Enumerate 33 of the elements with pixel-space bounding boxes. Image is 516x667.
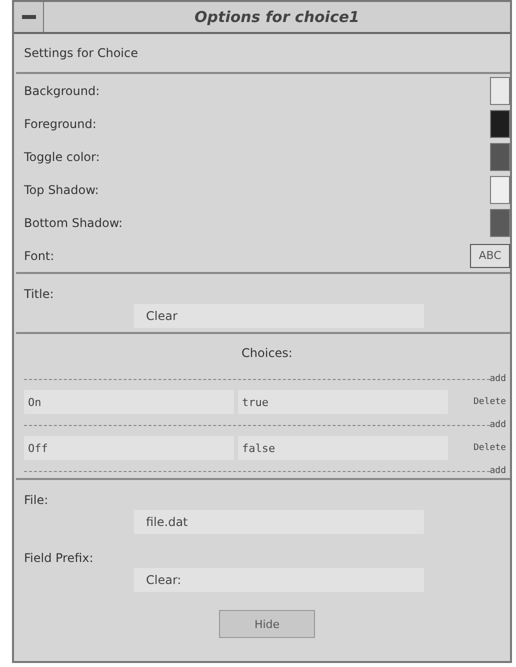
choice-value-field[interactable]: true — [238, 390, 448, 414]
color-swatch[interactable] — [490, 176, 510, 204]
file-field[interactable]: file.dat — [134, 510, 424, 534]
hide-button[interactable]: Hide — [219, 610, 315, 638]
title-field[interactable]: Clear — [134, 304, 424, 328]
choice-name-field[interactable]: Off — [24, 436, 234, 460]
add-button[interactable]: add — [490, 420, 506, 430]
delete-button[interactable]: Delete — [473, 443, 506, 453]
color-swatch[interactable] — [490, 208, 510, 236]
choice-name-field[interactable]: On — [24, 390, 234, 414]
setting-label: Font: — [24, 248, 54, 262]
setting-label: Foreground: — [24, 116, 96, 130]
section-heading: Settings for Choice — [24, 45, 138, 62]
add-button[interactable]: add — [490, 374, 506, 384]
setting-label: Bottom Shadow: — [24, 216, 123, 230]
font-sample-button[interactable]: ABC — [470, 244, 510, 268]
add-button[interactable]: add — [490, 466, 506, 476]
choice-value-field[interactable]: false — [238, 436, 448, 460]
setting-label: Toggle color: — [24, 150, 100, 164]
prefix-field[interactable]: Clear: — [134, 568, 424, 592]
setting-label: Top Shadow: — [24, 182, 99, 196]
setting-label: Background: — [24, 84, 100, 98]
field-label: File: — [24, 492, 48, 509]
window-title: Options for choice1 — [194, 8, 360, 26]
field-label: Title: — [24, 286, 54, 303]
color-swatch[interactable] — [490, 76, 510, 104]
field-label: Field Prefix: — [24, 550, 94, 567]
window-menu-button[interactable] — [14, 2, 44, 32]
menu-icon — [22, 14, 36, 20]
color-swatch[interactable] — [490, 110, 510, 138]
section-heading: Choices: — [242, 345, 292, 362]
color-swatch[interactable] — [490, 142, 510, 170]
delete-button[interactable]: Delete — [473, 397, 506, 407]
